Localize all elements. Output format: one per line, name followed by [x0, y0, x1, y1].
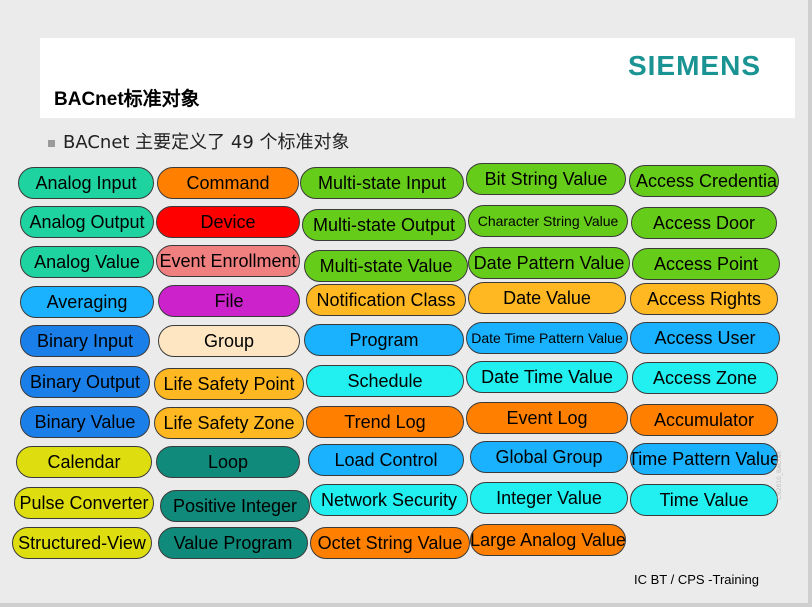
object-pill: Multi-state Input — [300, 167, 464, 199]
object-pill: Time Value — [630, 484, 778, 516]
object-pill: Event Log — [466, 402, 628, 434]
object-pill: Value Program — [158, 527, 308, 559]
object-pill: Date Time Value — [466, 361, 628, 393]
object-pill: Multi-state Output — [302, 209, 466, 241]
bullet-icon — [48, 139, 55, 147]
object-pill: Structured-View — [12, 527, 152, 559]
object-pill: Character String Value — [468, 205, 628, 237]
object-pill: Life Safety Zone — [154, 407, 304, 439]
side-label: CN2010_BACnet — [776, 450, 783, 500]
object-pill: Global Group — [470, 441, 628, 473]
object-pill: Octet String Value — [310, 527, 470, 559]
object-pill: Binary Input — [20, 325, 150, 357]
object-pill: File — [158, 285, 300, 317]
object-pill: Access Zone — [632, 362, 778, 394]
object-pill: Schedule — [306, 365, 464, 397]
object-pill: Access Point — [632, 248, 780, 280]
object-pill: Access Credential — [629, 165, 779, 197]
object-pill: Trend Log — [306, 406, 464, 438]
slide-title: BACnet标准对象 — [54, 89, 200, 110]
slide-header: SIEMENS BACnet标准对象 — [40, 38, 795, 118]
object-pill: Access Door — [631, 207, 777, 239]
object-pill: Date Time Pattern Value — [466, 322, 628, 354]
object-pill: Device — [156, 206, 300, 238]
object-pill: Access User — [630, 322, 780, 354]
object-pill: Group — [158, 325, 300, 357]
footer-text: IC BT / CPS -Training — [634, 572, 759, 587]
object-pill: Date Pattern Value — [468, 247, 630, 279]
object-pill: Load Control — [308, 444, 464, 476]
object-pill: Analog Input — [18, 167, 154, 199]
object-pill: Analog Output — [20, 206, 154, 238]
object-pill: Event Enrollment — [156, 245, 300, 277]
object-pill: Pulse Converter — [14, 487, 154, 519]
object-pill: Binary Value — [20, 406, 150, 438]
subtitle-text: BACnet 主要定义了 49 个标准对象 — [63, 132, 350, 153]
object-pill: Network Security — [310, 484, 468, 516]
object-pill: Large Analog Value — [470, 524, 626, 556]
siemens-logo: SIEMENS — [627, 50, 761, 81]
object-pill: Time Pattern Value — [630, 443, 778, 475]
subtitle: BACnet 主要定义了 49 个标准对象 — [48, 128, 350, 154]
object-pill: Integer Value — [470, 482, 628, 514]
object-pill: Program — [304, 324, 464, 356]
object-pill: Life Safety Point — [154, 368, 304, 400]
object-pill: Access Rights — [630, 283, 778, 315]
object-pill: Analog Value — [20, 246, 154, 278]
object-pill: Notification Class — [306, 284, 466, 316]
slide-background: SIEMENS BACnet标准对象 BACnet 主要定义了 49 个标准对象… — [0, 0, 812, 607]
object-pill: Bit String Value — [466, 163, 626, 195]
object-pill: Accumulator — [630, 404, 778, 436]
object-pill: Date Value — [468, 282, 626, 314]
object-pill: Binary Output — [20, 366, 150, 398]
object-pill: Loop — [156, 446, 300, 478]
object-pill: Positive Integer — [160, 490, 310, 522]
object-pill: Multi-state Value — [304, 250, 468, 282]
object-pill: Averaging — [20, 286, 154, 318]
object-pill: Calendar — [16, 446, 152, 478]
object-pill: Command — [157, 167, 299, 199]
